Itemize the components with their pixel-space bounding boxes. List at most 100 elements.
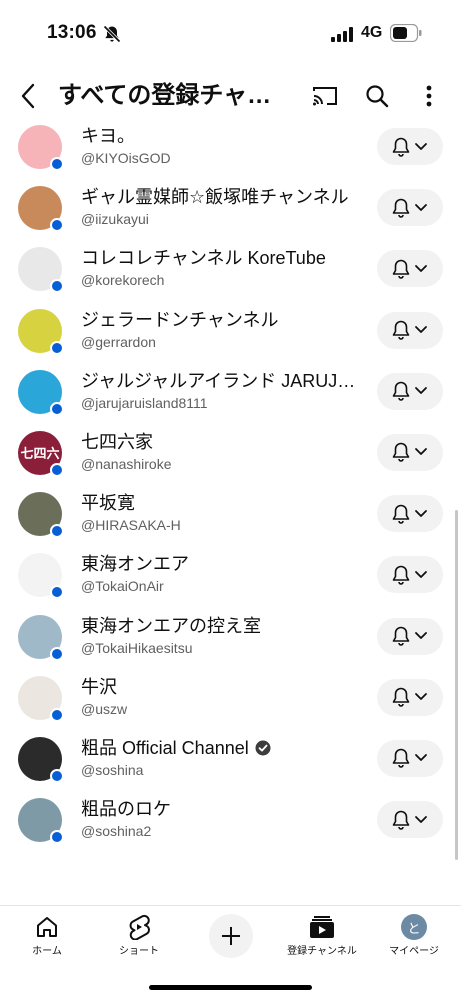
chevron-down-icon [415, 509, 427, 517]
channel-row[interactable]: 粗品のロケ @soshina2 [0, 795, 461, 856]
channel-row[interactable]: 七四六 七四六家 @nanashiroke [0, 428, 461, 489]
chevron-down-icon [415, 264, 427, 272]
channel-handle: @iizukayui [81, 211, 149, 228]
page-title: すべての登録チャ… [58, 82, 272, 109]
new-content-dot [50, 157, 64, 171]
bell-icon [392, 810, 410, 830]
channel-avatar[interactable] [18, 675, 64, 722]
new-content-dot [50, 830, 64, 845]
nav-shorts[interactable]: ショート [93, 906, 185, 966]
channel-row[interactable]: 東海オンエア @TokaiOnAir [0, 550, 461, 611]
notification-settings-button[interactable] [377, 189, 443, 227]
channel-row[interactable]: 平坂寛 @HIRASAKA-H [0, 489, 461, 550]
nav-me[interactable]: と マイページ [368, 906, 460, 966]
notification-settings-button[interactable] [377, 739, 443, 777]
home-indicator [149, 985, 312, 990]
channel-name: 牛沢 [81, 676, 117, 698]
channel-name-text: ジェラードンチャンネル [81, 309, 279, 330]
channel-name: 東海オンエア [81, 553, 189, 575]
channel-row[interactable]: ギャル霊媒師☆飯塚唯チャンネル @iizukayui [0, 183, 461, 244]
avatar: と [401, 914, 427, 940]
bell-icon [392, 137, 410, 157]
chevron-down-icon [415, 754, 427, 762]
channel-handle: @TokaiHikaesitsu [81, 639, 193, 656]
channel-name-text: 平坂寛 [81, 493, 135, 514]
more-button[interactable] [414, 82, 444, 110]
nav-home[interactable]: ホーム [1, 906, 93, 966]
bell-icon [392, 687, 410, 707]
notification-settings-button[interactable] [377, 617, 443, 655]
nav-subscriptions[interactable]: 登録チャンネル [276, 906, 368, 966]
network-type: 4G [361, 24, 383, 41]
scrollbar[interactable] [455, 510, 458, 860]
nav-subscriptions-label: 登録チャンネル [287, 946, 357, 957]
channel-name: キヨ。 [81, 125, 135, 147]
channel-name-text: 七四六家 [81, 431, 153, 452]
channel-avatar[interactable] [18, 369, 64, 416]
channel-row[interactable]: コレコレチャンネル KoreTube @korekorech [0, 244, 461, 305]
channel-handle: @soshina2 [81, 823, 152, 840]
chevron-down-icon [415, 448, 427, 456]
new-content-dot [50, 279, 64, 294]
channel-avatar[interactable] [18, 125, 64, 171]
channel-row[interactable]: ジェラードンチャンネル @gerrardon [0, 306, 461, 367]
channel-row[interactable]: 粗品 Official Channel @soshina [0, 734, 461, 795]
cast-icon [313, 87, 337, 106]
notification-settings-button[interactable] [377, 311, 443, 349]
notification-settings-button[interactable] [377, 556, 443, 594]
channel-name: 平坂寛 [81, 492, 135, 514]
channel-avatar[interactable] [18, 736, 64, 783]
channel-name: 東海オンエアの控え室 [81, 615, 261, 637]
new-content-dot [50, 462, 64, 477]
cast-button[interactable] [310, 82, 340, 110]
bell-icon [392, 565, 410, 585]
search-button[interactable] [362, 82, 392, 110]
channel-handle: @HIRASAKA-H [81, 517, 181, 534]
channel-name-text: ギャル霊媒師☆飯塚唯チャンネル [81, 187, 349, 208]
notification-settings-button[interactable] [377, 250, 443, 288]
new-content-dot [50, 646, 64, 661]
channel-avatar[interactable] [18, 247, 64, 294]
channel-name-text: 東海オンエアの控え室 [81, 615, 261, 636]
notification-settings-button[interactable] [377, 372, 443, 410]
notification-settings-button[interactable] [377, 495, 443, 533]
channel-name-text: 粗品のロケ [81, 799, 171, 820]
chevron-down-icon [415, 326, 427, 333]
channel-handle: @TokaiOnAir [81, 578, 164, 595]
bell-icon [392, 381, 410, 402]
notification-settings-button[interactable] [377, 801, 443, 839]
channel-row[interactable]: ジャルジャルアイランド JARUJ… @jarujaruisland8111 [0, 367, 461, 428]
create-button[interactable] [209, 914, 253, 958]
plus-icon [222, 927, 240, 945]
status-bar: 13:06 4G [0, 0, 461, 70]
bell-icon [392, 259, 410, 279]
channel-name-text: 牛沢 [81, 676, 117, 697]
nav-me-label: マイページ [389, 946, 439, 957]
channel-avatar[interactable] [18, 798, 64, 845]
channel-row[interactable]: キヨ。 @KIYOisGOD [0, 122, 461, 183]
channel-avatar[interactable] [18, 553, 64, 600]
channel-handle: @uszw [81, 700, 128, 717]
notification-settings-button[interactable] [377, 678, 443, 716]
channel-name: ジェラードンチャンネル [81, 309, 278, 331]
channel-row[interactable]: 牛沢 @uszw [0, 673, 461, 734]
search-icon [366, 85, 389, 108]
signal-icon [331, 27, 353, 42]
channel-handle: @nanashiroke [81, 455, 172, 472]
channel-avatar[interactable] [18, 308, 64, 355]
new-content-dot [50, 768, 64, 783]
channel-name: 粗品のロケ [81, 798, 171, 820]
bell-icon [392, 504, 410, 524]
notification-settings-button[interactable] [377, 433, 443, 471]
bell-icon [392, 626, 410, 646]
notification-settings-button[interactable] [377, 128, 443, 165]
back-button[interactable] [14, 80, 42, 112]
back-icon [21, 83, 35, 109]
battery-icon [390, 24, 422, 42]
channel-avatar[interactable] [18, 186, 64, 233]
channel-avatar[interactable] [18, 492, 64, 539]
channel-avatar[interactable] [18, 614, 64, 661]
channel-row[interactable]: 東海オンエアの控え室 @TokaiHikaesitsu [0, 612, 461, 673]
channel-name: 粗品 Official Channel [81, 737, 271, 759]
channel-avatar[interactable]: 七四六 [18, 430, 64, 477]
